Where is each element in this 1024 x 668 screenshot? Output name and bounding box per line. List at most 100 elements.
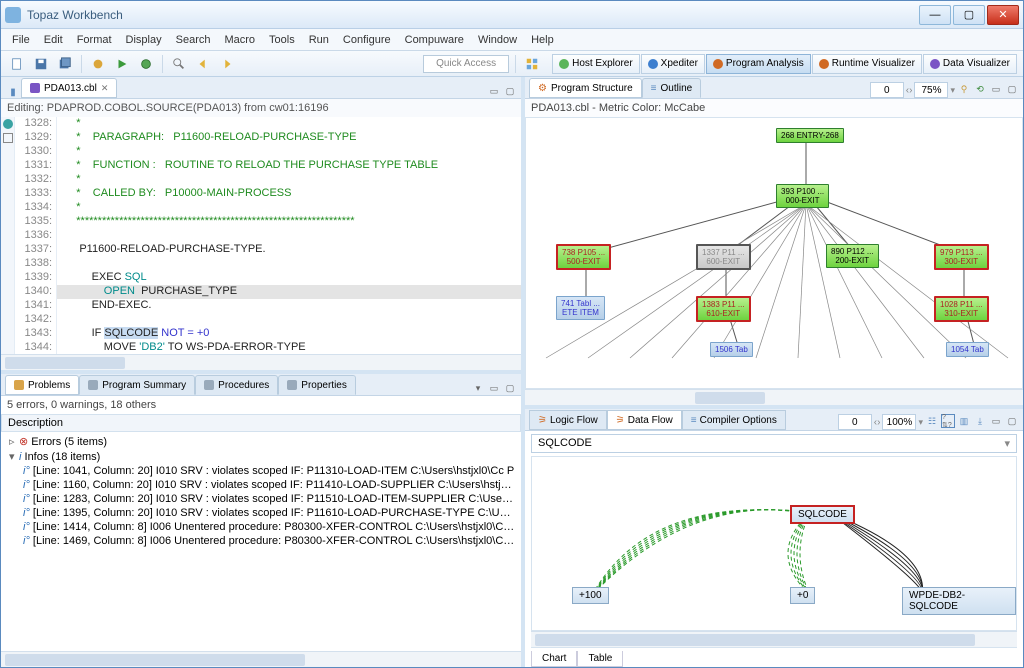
flow-zoom-index[interactable] [838, 414, 872, 430]
open-perspective-icon[interactable] [522, 54, 542, 74]
view-menu-icon[interactable]: ▾ [471, 381, 485, 395]
tab-logic-flow[interactable]: ⚞Logic Flow [529, 410, 607, 430]
tab-table[interactable]: Table [577, 651, 623, 667]
zoom-percent[interactable] [914, 82, 948, 98]
flow-node[interactable]: WPDE-DB2-SQLCODE [902, 587, 1016, 615]
menu-search[interactable]: Search [169, 32, 218, 48]
graph-node[interactable]: 1054 Tab [946, 342, 989, 357]
graph-node[interactable]: 890 P112 ...200-EXIT [826, 244, 879, 268]
flow-zoom-percent[interactable] [882, 414, 916, 430]
menu-tools[interactable]: Tools [262, 32, 302, 48]
problems-column-header[interactable]: Description [1, 414, 521, 432]
problem-item[interactable]: i° [Line: 1160, Column: 20] I010 SRV : v… [3, 478, 519, 492]
editor[interactable]: 1328:1329:1330:1331:1332:1333:1334:1335:… [1, 117, 521, 354]
editor-h-scrollbar[interactable] [1, 354, 521, 370]
cobol-file-icon [30, 83, 40, 93]
minimize-pane-icon[interactable]: ▭ [487, 381, 501, 395]
app-icon [5, 7, 21, 23]
graph-node[interactable]: 979 P113 ...300-EXIT [934, 244, 989, 270]
export-icon[interactable]: ⤓ [973, 414, 987, 428]
problems-h-scrollbar[interactable] [1, 651, 521, 667]
save-icon[interactable] [31, 54, 51, 74]
tab-data-flow[interactable]: ⚞Data Flow [607, 410, 682, 430]
graph-node[interactable]: 268 ENTRY-268 [776, 128, 844, 143]
menu-window[interactable]: Window [471, 32, 524, 48]
dataflow-search[interactable]: SQLCODE▾ [531, 434, 1017, 453]
new-icon[interactable] [7, 54, 27, 74]
tab-chart[interactable]: Chart [531, 651, 577, 667]
close-tab-icon[interactable]: ✕ [101, 83, 109, 94]
graph-node[interactable]: 738 P105 ...500-EXIT [556, 244, 611, 270]
refresh-icon[interactable]: ⟲ [973, 82, 987, 96]
minimize-pane-icon[interactable]: ▭ [989, 82, 1003, 96]
structure-graph[interactable]: 268 ENTRY-268 393 P100 ...000-EXIT 738 P10… [525, 117, 1023, 389]
perspective-runtime-visualizer[interactable]: Runtime Visualizer [812, 54, 922, 74]
tab-icon [287, 380, 297, 390]
layout-icon[interactable]: ☷ [925, 414, 939, 428]
save-all-icon[interactable] [55, 54, 75, 74]
run-icon[interactable] [112, 54, 132, 74]
filter-icon[interactable]: ?⇅? [941, 414, 955, 428]
perspective-data-visualizer[interactable]: Data Visualizer [923, 54, 1017, 74]
editor-tab[interactable]: PDA013.cbl ✕ [21, 78, 117, 98]
search-icon[interactable] [169, 54, 189, 74]
graph-node[interactable]: 1506 Tab [710, 342, 753, 357]
graph-h-scrollbar[interactable] [525, 389, 1023, 405]
menu-file[interactable]: File [5, 32, 37, 48]
minimize-button[interactable]: — [919, 5, 951, 25]
tab-properties[interactable]: Properties [278, 375, 356, 395]
perspective-host-explorer[interactable]: Host Explorer [552, 54, 640, 74]
problem-item[interactable]: i° [Line: 1395, Column: 20] I010 SRV : v… [3, 506, 519, 520]
chevron-down-icon[interactable]: ▾ [1004, 437, 1010, 450]
filter-icon[interactable]: ⚲ [957, 82, 971, 96]
graph-node[interactable]: 1383 P11 ...610-EXIT [696, 296, 751, 322]
flow-node[interactable]: SQLCODE [790, 505, 855, 524]
problem-item[interactable]: i° [Line: 1414, Column: 8] I006 Unentere… [3, 520, 519, 534]
dataflow-canvas[interactable]: SQLCODE +100 +0 WPDE-DB2-SQLCODE [531, 456, 1017, 631]
menu-help[interactable]: Help [524, 32, 561, 48]
debug-icon[interactable] [136, 54, 156, 74]
menu-run[interactable]: Run [302, 32, 336, 48]
menu-configure[interactable]: Configure [336, 32, 398, 48]
graph-node[interactable]: 393 P100 ...000-EXIT [776, 184, 829, 208]
tab-procedures[interactable]: Procedures [195, 375, 278, 395]
tab-program-structure[interactable]: ⚙ Program Structure [529, 78, 642, 98]
problem-item[interactable]: i° [Line: 1283, Column: 20] I010 SRV : v… [3, 492, 519, 506]
menu-format[interactable]: Format [70, 32, 119, 48]
menu-macro[interactable]: Macro [217, 32, 262, 48]
problems-tree[interactable]: ▹⊗ Errors (5 items)▾i Infos (18 items)i°… [1, 432, 521, 651]
maximize-pane-icon[interactable]: ▢ [1005, 414, 1019, 428]
maximize-pane-icon[interactable]: ▢ [1005, 82, 1019, 96]
expand-icon[interactable]: ▥ [957, 414, 971, 428]
close-button[interactable]: ✕ [987, 5, 1019, 25]
maximize-button[interactable]: ▢ [953, 5, 985, 25]
maximize-pane-icon[interactable]: ▢ [503, 84, 517, 98]
problem-item[interactable]: i° [Line: 1469, Column: 8] I006 Unentere… [3, 534, 519, 548]
graph-node[interactable]: 1337 P11 ...600-EXIT [696, 244, 751, 270]
build-icon[interactable] [88, 54, 108, 74]
flow-node[interactable]: +100 [572, 587, 609, 604]
graph-node[interactable]: 741 Tabl ...ETE ITEM [556, 296, 605, 320]
graph-node[interactable]: 1028 P11 ...310-EXIT [934, 296, 989, 322]
tab-problems[interactable]: Problems [5, 375, 79, 395]
tab-outline[interactable]: ≡ Outline [642, 78, 702, 98]
quick-access-field[interactable]: Quick Access [423, 55, 509, 73]
code-content[interactable]: * * PARAGRAPH: P11600-RELOAD-PURCHASE-TY… [57, 117, 521, 354]
tab-program-summary[interactable]: Program Summary [79, 375, 195, 395]
menu-edit[interactable]: Edit [37, 32, 70, 48]
nav-fwd-icon[interactable] [217, 54, 237, 74]
menu-display[interactable]: Display [119, 32, 169, 48]
host-connections-icon[interactable]: ▮ [10, 87, 16, 98]
flow-h-scrollbar[interactable] [531, 631, 1017, 647]
minimize-pane-icon[interactable]: ▭ [989, 414, 1003, 428]
zoom-index[interactable] [870, 82, 904, 98]
minimize-pane-icon[interactable]: ▭ [487, 84, 501, 98]
maximize-pane-icon[interactable]: ▢ [503, 381, 517, 395]
perspective-xpediter[interactable]: Xpediter [641, 54, 705, 74]
tab-compiler-options[interactable]: ≡Compiler Options [682, 410, 786, 430]
problem-item[interactable]: i° [Line: 1041, Column: 20] I010 SRV : v… [3, 464, 519, 478]
menu-compuware[interactable]: Compuware [398, 32, 471, 48]
nav-back-icon[interactable] [193, 54, 213, 74]
flow-node[interactable]: +0 [790, 587, 815, 604]
perspective-program-analysis[interactable]: Program Analysis [706, 54, 811, 74]
